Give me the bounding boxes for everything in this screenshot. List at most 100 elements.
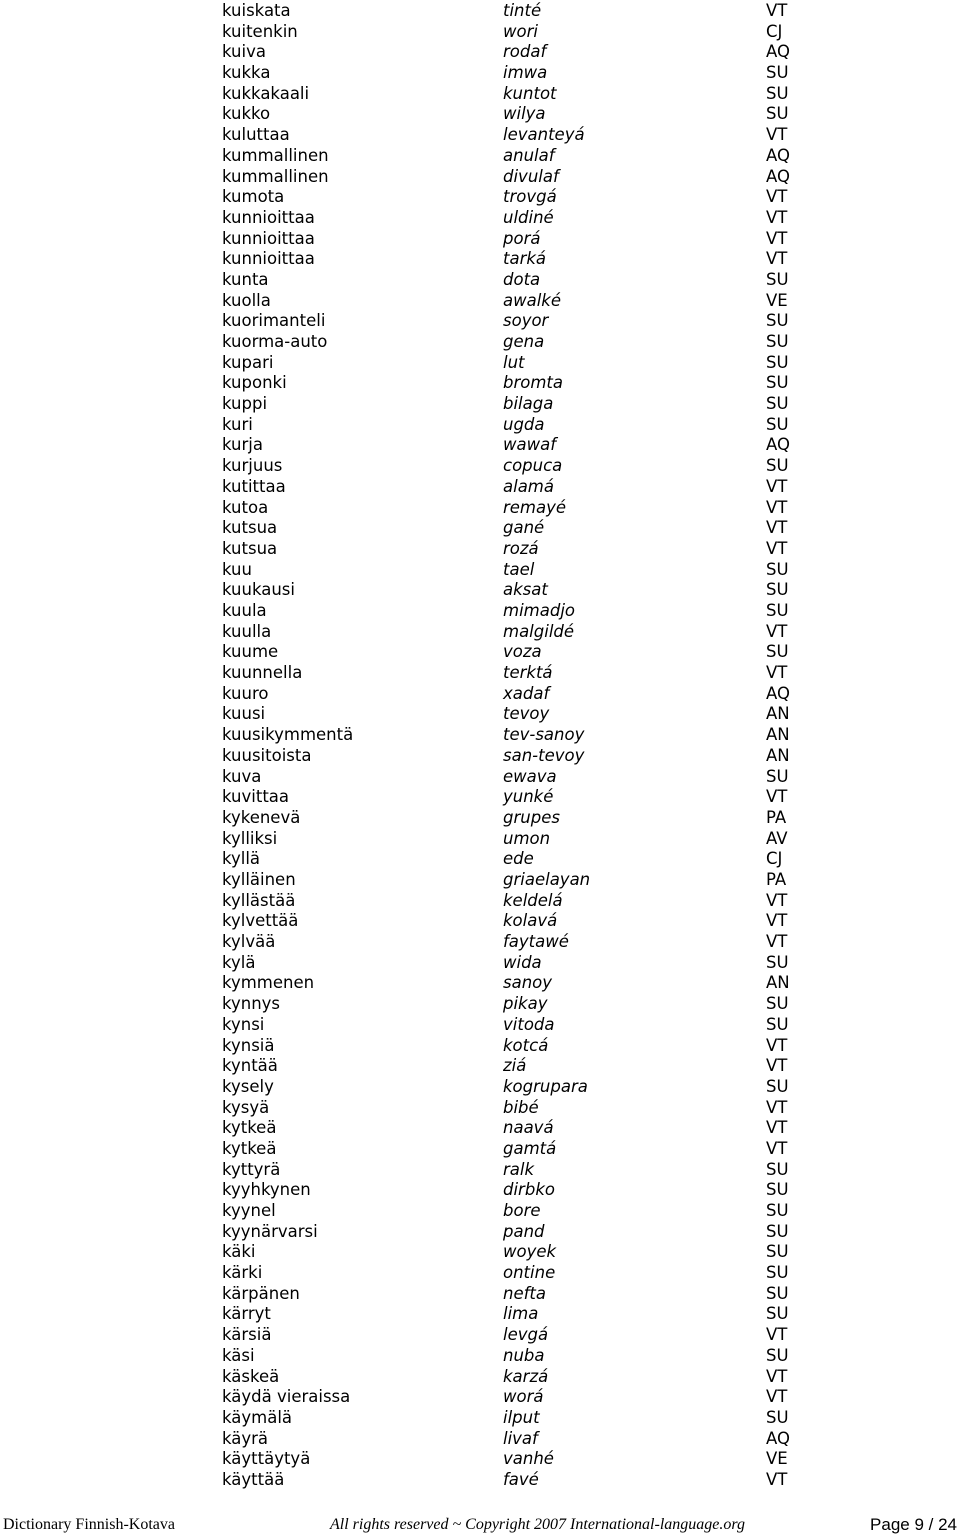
entry-row: kyyhkynen dirbko SU	[0, 1180, 960, 1200]
finnish-word: kyttyrä	[222, 1159, 281, 1179]
entry-row: kyllä ede CJ	[0, 849, 960, 869]
finnish-word: kuuro	[222, 683, 269, 703]
finnish-word: kunnioittaa	[222, 207, 315, 227]
kotava-word: faytawé	[503, 932, 569, 952]
entry-row: kuorma-auto gena SU	[0, 332, 960, 352]
finnish-word: kärpänen	[222, 1283, 300, 1303]
part-of-speech: SU	[766, 1242, 789, 1262]
part-of-speech: VE	[766, 1449, 788, 1469]
part-of-speech: SU	[766, 1076, 789, 1096]
part-of-speech: AQ	[766, 42, 790, 62]
finnish-word: kylläinen	[222, 869, 296, 889]
page-number: Page 9 / 24	[870, 1515, 957, 1534]
entry-row: kuukausi aksat SU	[0, 580, 960, 600]
entry-row: kutoa remayé VT	[0, 498, 960, 518]
kotava-word: alamá	[503, 476, 554, 496]
finnish-word: kuula	[222, 601, 267, 620]
part-of-speech: SU	[766, 1283, 789, 1303]
kotava-word: kotcá	[503, 1035, 549, 1055]
kotava-word: xadaf	[503, 683, 550, 703]
finnish-word: kuulla	[222, 621, 272, 641]
finnish-word: kylliksi	[222, 828, 278, 848]
kotava-word: wida	[503, 952, 542, 972]
entry-row: käymälä ilput SU	[0, 1408, 960, 1428]
part-of-speech: VT	[766, 1387, 788, 1407]
entry-row: kutittaa alamá VT	[0, 477, 960, 497]
entry-row: kuorimanteli soyor SU	[0, 311, 960, 331]
kotava-word: pikay	[503, 994, 548, 1014]
kotava-word: tarká	[503, 249, 547, 269]
kotava-word: levanteyá	[503, 125, 585, 145]
finnish-word: kysely	[222, 1076, 274, 1096]
finnish-word: kuri	[222, 414, 253, 434]
part-of-speech: SU	[766, 601, 789, 620]
entry-row: kynsi vitoda SU	[0, 1015, 960, 1035]
kotava-word: vanhé	[503, 1449, 554, 1469]
entry-row: kukka imwa SU	[0, 63, 960, 83]
part-of-speech: SU	[766, 311, 789, 331]
entry-row: kytkeä naavá VT	[0, 1118, 960, 1138]
finnish-word: kuunnella	[222, 663, 303, 683]
kotava-word: rodaf	[503, 42, 547, 62]
finnish-word: kunnioittaa	[222, 228, 315, 248]
part-of-speech: VT	[766, 621, 788, 641]
entry-row: kysyä bibé VT	[0, 1098, 960, 1118]
part-of-speech: VT	[766, 663, 788, 683]
entry-row: kuunnella terktá VT	[0, 663, 960, 683]
entry-row: kysely kogrupara SU	[0, 1077, 960, 1097]
kotava-word: bore	[503, 1201, 541, 1221]
part-of-speech: VT	[766, 207, 788, 227]
part-of-speech: SU	[766, 952, 789, 972]
finnish-word: kuiskata	[222, 1, 291, 20]
kotava-word: levgá	[503, 1325, 549, 1345]
part-of-speech: VT	[766, 518, 788, 538]
part-of-speech: VT	[766, 125, 788, 145]
part-of-speech: PA	[766, 807, 787, 827]
kotava-word: favé	[503, 1469, 539, 1489]
part-of-speech: SU	[766, 1159, 789, 1179]
finnish-word: kykenevä	[222, 807, 301, 827]
entry-row: kyttyrä ralk SU	[0, 1160, 960, 1180]
finnish-word: kuu	[222, 559, 252, 579]
entry-row: kuiskata tinté VT	[0, 1, 960, 21]
finnish-word: kynsiä	[222, 1035, 275, 1055]
part-of-speech: VT	[766, 1138, 788, 1158]
kotava-word: griaelayan	[503, 869, 591, 889]
part-of-speech: VT	[766, 890, 788, 910]
entry-row: kuu tael SU	[0, 560, 960, 580]
finnish-word: kunta	[222, 269, 269, 289]
kotava-word: yunké	[503, 787, 554, 807]
part-of-speech: VT	[766, 538, 788, 558]
kotava-word: vitoda	[503, 1014, 555, 1034]
part-of-speech: VT	[766, 932, 788, 952]
finnish-word: kurja	[222, 435, 263, 455]
kotava-word: gamtá	[503, 1138, 557, 1158]
part-of-speech: VT	[766, 1469, 788, 1489]
entry-row: käki woyek SU	[0, 1242, 960, 1262]
entry-row: kunnioittaa tarká VT	[0, 249, 960, 269]
finnish-word: kuvittaa	[222, 787, 290, 807]
kotava-word: lima	[503, 1304, 539, 1324]
kotava-word: wilya	[503, 104, 546, 124]
entry-row: kärsiä levgá VT	[0, 1325, 960, 1345]
part-of-speech: SU	[766, 1345, 789, 1365]
kotava-word: uldiné	[503, 207, 554, 227]
part-of-speech: CJ	[766, 849, 783, 869]
kotava-word: ewava	[503, 766, 557, 786]
kotava-word: ugda	[503, 414, 545, 434]
kotava-word: dota	[503, 269, 541, 289]
part-of-speech: SU	[766, 994, 789, 1014]
entry-row: kupari lut SU	[0, 353, 960, 373]
entry-row: kyllästää keldelá VT	[0, 891, 960, 911]
finnish-word: käsi	[222, 1345, 255, 1365]
entry-row: kuiva rodaf AQ	[0, 42, 960, 62]
finnish-word: kyynärvarsi	[222, 1221, 318, 1241]
kotava-word: porá	[503, 228, 541, 248]
entry-row: kylvettää kolavá VT	[0, 911, 960, 931]
entry-row: käyttää favé VT	[0, 1470, 960, 1490]
finnish-word: kytkeä	[222, 1118, 277, 1138]
kotava-word: ilput	[503, 1407, 540, 1427]
part-of-speech: AQ	[766, 166, 790, 186]
entry-row: kytkeä gamtá VT	[0, 1139, 960, 1159]
finnish-word: kuva	[222, 766, 262, 786]
